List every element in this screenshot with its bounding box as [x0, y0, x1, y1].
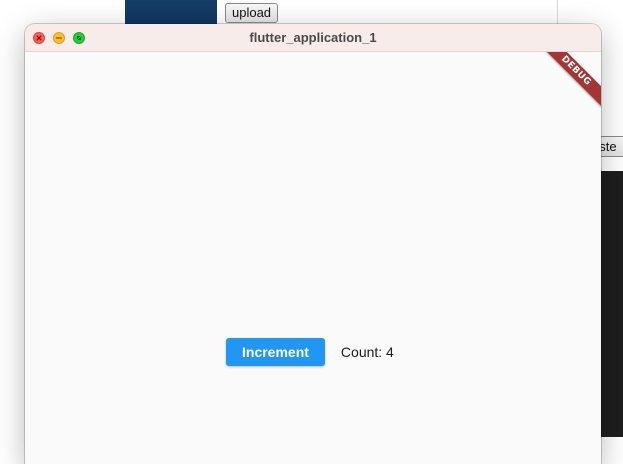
close-icon[interactable] [33, 32, 45, 44]
app-window: flutter_application_1 DEBUG Increment Co… [25, 24, 601, 464]
increment-button[interactable]: Increment [226, 338, 325, 366]
background-divider [557, 0, 558, 24]
app-content: DEBUG Increment Count: 4 [25, 52, 601, 464]
background-dark-panel [600, 171, 623, 437]
title-bar[interactable]: flutter_application_1 [25, 24, 601, 52]
window-title: flutter_application_1 [249, 30, 377, 45]
counter-row: Increment Count: 4 [226, 338, 394, 366]
minimize-icon[interactable] [53, 32, 65, 44]
debug-banner: DEBUG [532, 52, 601, 115]
background-image-thumbnail [125, 0, 217, 24]
background-upload-button[interactable]: upload [225, 3, 279, 23]
count-label: Count: 4 [340, 344, 394, 360]
maximize-icon[interactable] [73, 32, 85, 44]
